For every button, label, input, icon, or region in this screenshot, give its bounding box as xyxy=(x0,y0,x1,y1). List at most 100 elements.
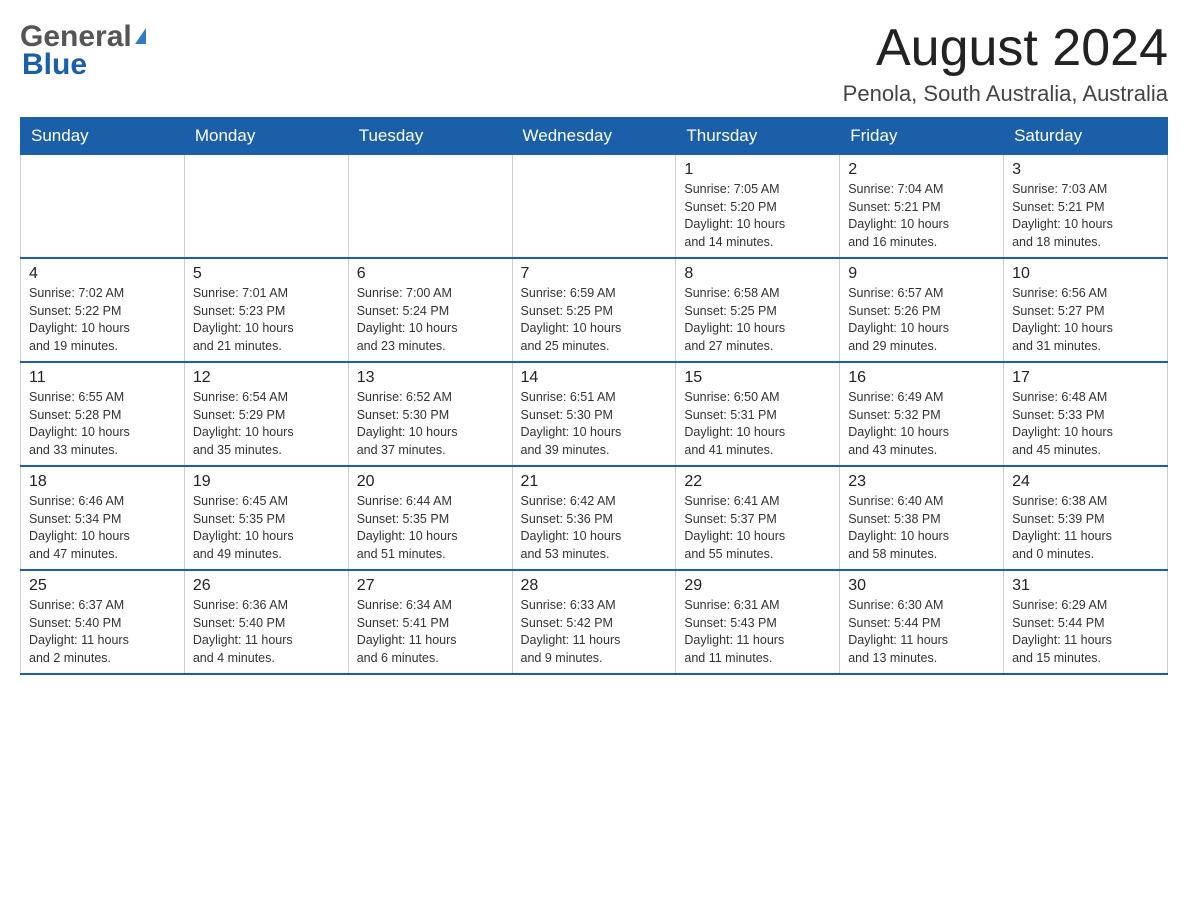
calendar-cell xyxy=(21,155,185,259)
day-number: 1 xyxy=(684,161,831,179)
day-detail: Sunrise: 6:46 AM Sunset: 5:34 PM Dayligh… xyxy=(29,493,176,563)
day-detail: Sunrise: 6:31 AM Sunset: 5:43 PM Dayligh… xyxy=(684,597,831,667)
day-detail: Sunrise: 6:52 AM Sunset: 5:30 PM Dayligh… xyxy=(357,389,504,459)
day-number: 11 xyxy=(29,369,176,387)
logo-triangle-icon xyxy=(135,28,146,44)
day-number: 6 xyxy=(357,265,504,283)
weekday-header-saturday: Saturday xyxy=(1004,118,1168,155)
day-number: 12 xyxy=(193,369,340,387)
day-number: 9 xyxy=(848,265,995,283)
calendar-week-row: 4 Sunrise: 7:02 AM Sunset: 5:22 PM Daylig… xyxy=(21,258,1168,362)
day-detail: Sunrise: 7:03 AM Sunset: 5:21 PM Dayligh… xyxy=(1012,181,1159,251)
calendar-cell: 8 Sunrise: 6:58 AM Sunset: 5:25 PM Daylig… xyxy=(676,258,840,362)
day-number: 19 xyxy=(193,473,340,491)
day-number: 7 xyxy=(521,265,668,283)
day-number: 17 xyxy=(1012,369,1159,387)
calendar-cell: 13 Sunrise: 6:52 AM Sunset: 5:30 PM Dayli… xyxy=(348,362,512,466)
calendar-cell: 11Sunrise: 6:55 AM Sunset: 5:28 PM Dayli… xyxy=(21,362,185,466)
day-number: 10 xyxy=(1012,265,1159,283)
day-number: 18 xyxy=(29,473,176,491)
day-number: 29 xyxy=(684,577,831,595)
logo: General Blue xyxy=(20,20,146,82)
calendar-cell: 20 Sunrise: 6:44 AM Sunset: 5:35 PM Dayli… xyxy=(348,466,512,570)
day-detail: Sunrise: 6:41 AM Sunset: 5:37 PM Dayligh… xyxy=(684,493,831,563)
day-detail: Sunrise: 6:40 AM Sunset: 5:38 PM Dayligh… xyxy=(848,493,995,563)
day-detail: Sunrise: 6:51 AM Sunset: 5:30 PM Dayligh… xyxy=(521,389,668,459)
calendar-cell: 23 Sunrise: 6:40 AM Sunset: 5:38 PM Dayli… xyxy=(840,466,1004,570)
day-detail: Sunrise: 6:58 AM Sunset: 5:25 PM Dayligh… xyxy=(684,285,831,355)
weekday-header-friday: Friday xyxy=(840,118,1004,155)
calendar-cell: 31Sunrise: 6:29 AM Sunset: 5:44 PM Dayli… xyxy=(1004,570,1168,674)
calendar-table: SundayMondayTuesdayWednesdayThursdayFrid… xyxy=(20,117,1168,675)
day-number: 26 xyxy=(193,577,340,595)
calendar-cell xyxy=(348,155,512,259)
calendar-cell: 26 Sunrise: 6:36 AM Sunset: 5:40 PM Dayli… xyxy=(184,570,348,674)
calendar-cell: 16 Sunrise: 6:49 AM Sunset: 5:32 PM Dayli… xyxy=(840,362,1004,466)
day-detail: Sunrise: 6:49 AM Sunset: 5:32 PM Dayligh… xyxy=(848,389,995,459)
day-detail: Sunrise: 6:44 AM Sunset: 5:35 PM Dayligh… xyxy=(357,493,504,563)
day-detail: Sunrise: 7:02 AM Sunset: 5:22 PM Dayligh… xyxy=(29,285,176,355)
calendar-week-row: 25 Sunrise: 6:37 AM Sunset: 5:40 PM Dayli… xyxy=(21,570,1168,674)
day-number: 2 xyxy=(848,161,995,179)
calendar-cell: 27Sunrise: 6:34 AM Sunset: 5:41 PM Dayli… xyxy=(348,570,512,674)
day-number: 30 xyxy=(848,577,995,595)
calendar-cell: 3 Sunrise: 7:03 AM Sunset: 5:21 PM Daylig… xyxy=(1004,155,1168,259)
day-detail: Sunrise: 6:56 AM Sunset: 5:27 PM Dayligh… xyxy=(1012,285,1159,355)
calendar-cell: 10 Sunrise: 6:56 AM Sunset: 5:27 PM Dayli… xyxy=(1004,258,1168,362)
calendar-cell: 12 Sunrise: 6:54 AM Sunset: 5:29 PM Dayli… xyxy=(184,362,348,466)
day-detail: Sunrise: 6:57 AM Sunset: 5:26 PM Dayligh… xyxy=(848,285,995,355)
calendar-week-row: 18 Sunrise: 6:46 AM Sunset: 5:34 PM Dayli… xyxy=(21,466,1168,570)
day-detail: Sunrise: 6:54 AM Sunset: 5:29 PM Dayligh… xyxy=(193,389,340,459)
weekday-header-row: SundayMondayTuesdayWednesdayThursdayFrid… xyxy=(21,118,1168,155)
calendar-cell: 29 Sunrise: 6:31 AM Sunset: 5:43 PM Dayli… xyxy=(676,570,840,674)
calendar-cell: 9 Sunrise: 6:57 AM Sunset: 5:26 PM Daylig… xyxy=(840,258,1004,362)
calendar-cell: 19Sunrise: 6:45 AM Sunset: 5:35 PM Dayli… xyxy=(184,466,348,570)
weekday-header-monday: Monday xyxy=(184,118,348,155)
day-number: 21 xyxy=(521,473,668,491)
day-detail: Sunrise: 6:38 AM Sunset: 5:39 PM Dayligh… xyxy=(1012,493,1159,563)
day-number: 16 xyxy=(848,369,995,387)
day-detail: Sunrise: 6:37 AM Sunset: 5:40 PM Dayligh… xyxy=(29,597,176,667)
day-detail: Sunrise: 6:33 AM Sunset: 5:42 PM Dayligh… xyxy=(521,597,668,667)
day-detail: Sunrise: 6:42 AM Sunset: 5:36 PM Dayligh… xyxy=(521,493,668,563)
calendar-header: SundayMondayTuesdayWednesdayThursdayFrid… xyxy=(21,118,1168,155)
calendar-cell: 4 Sunrise: 7:02 AM Sunset: 5:22 PM Daylig… xyxy=(21,258,185,362)
day-number: 23 xyxy=(848,473,995,491)
calendar-week-row: 1Sunrise: 7:05 AM Sunset: 5:20 PM Daylig… xyxy=(21,155,1168,259)
calendar-cell: 22 Sunrise: 6:41 AM Sunset: 5:37 PM Dayli… xyxy=(676,466,840,570)
calendar-cell: 14 Sunrise: 6:51 AM Sunset: 5:30 PM Dayli… xyxy=(512,362,676,466)
calendar-cell: 30 Sunrise: 6:30 AM Sunset: 5:44 PM Dayli… xyxy=(840,570,1004,674)
weekday-header-thursday: Thursday xyxy=(676,118,840,155)
day-number: 20 xyxy=(357,473,504,491)
day-detail: Sunrise: 6:30 AM Sunset: 5:44 PM Dayligh… xyxy=(848,597,995,667)
calendar-cell: 17Sunrise: 6:48 AM Sunset: 5:33 PM Dayli… xyxy=(1004,362,1168,466)
day-detail: Sunrise: 6:36 AM Sunset: 5:40 PM Dayligh… xyxy=(193,597,340,667)
day-detail: Sunrise: 7:00 AM Sunset: 5:24 PM Dayligh… xyxy=(357,285,504,355)
calendar-cell xyxy=(184,155,348,259)
day-detail: Sunrise: 7:01 AM Sunset: 5:23 PM Dayligh… xyxy=(193,285,340,355)
logo-blue-text: Blue xyxy=(22,48,87,82)
day-detail: Sunrise: 6:59 AM Sunset: 5:25 PM Dayligh… xyxy=(521,285,668,355)
day-number: 8 xyxy=(684,265,831,283)
month-title: August 2024 xyxy=(843,20,1168,77)
day-number: 22 xyxy=(684,473,831,491)
day-number: 3 xyxy=(1012,161,1159,179)
weekday-header-sunday: Sunday xyxy=(21,118,185,155)
day-number: 25 xyxy=(29,577,176,595)
day-number: 13 xyxy=(357,369,504,387)
day-number: 5 xyxy=(193,265,340,283)
day-detail: Sunrise: 6:34 AM Sunset: 5:41 PM Dayligh… xyxy=(357,597,504,667)
day-number: 15 xyxy=(684,369,831,387)
day-detail: Sunrise: 7:04 AM Sunset: 5:21 PM Dayligh… xyxy=(848,181,995,251)
page-header: General Blue August 2024 Penola, South A… xyxy=(20,20,1168,107)
weekday-header-wednesday: Wednesday xyxy=(512,118,676,155)
day-number: 4 xyxy=(29,265,176,283)
calendar-cell: 1Sunrise: 7:05 AM Sunset: 5:20 PM Daylig… xyxy=(676,155,840,259)
calendar-cell: 18 Sunrise: 6:46 AM Sunset: 5:34 PM Dayli… xyxy=(21,466,185,570)
calendar-cell: 2 Sunrise: 7:04 AM Sunset: 5:21 PM Daylig… xyxy=(840,155,1004,259)
day-number: 28 xyxy=(521,577,668,595)
day-number: 14 xyxy=(521,369,668,387)
day-number: 24 xyxy=(1012,473,1159,491)
day-detail: Sunrise: 6:50 AM Sunset: 5:31 PM Dayligh… xyxy=(684,389,831,459)
calendar-cell: 5 Sunrise: 7:01 AM Sunset: 5:23 PM Daylig… xyxy=(184,258,348,362)
